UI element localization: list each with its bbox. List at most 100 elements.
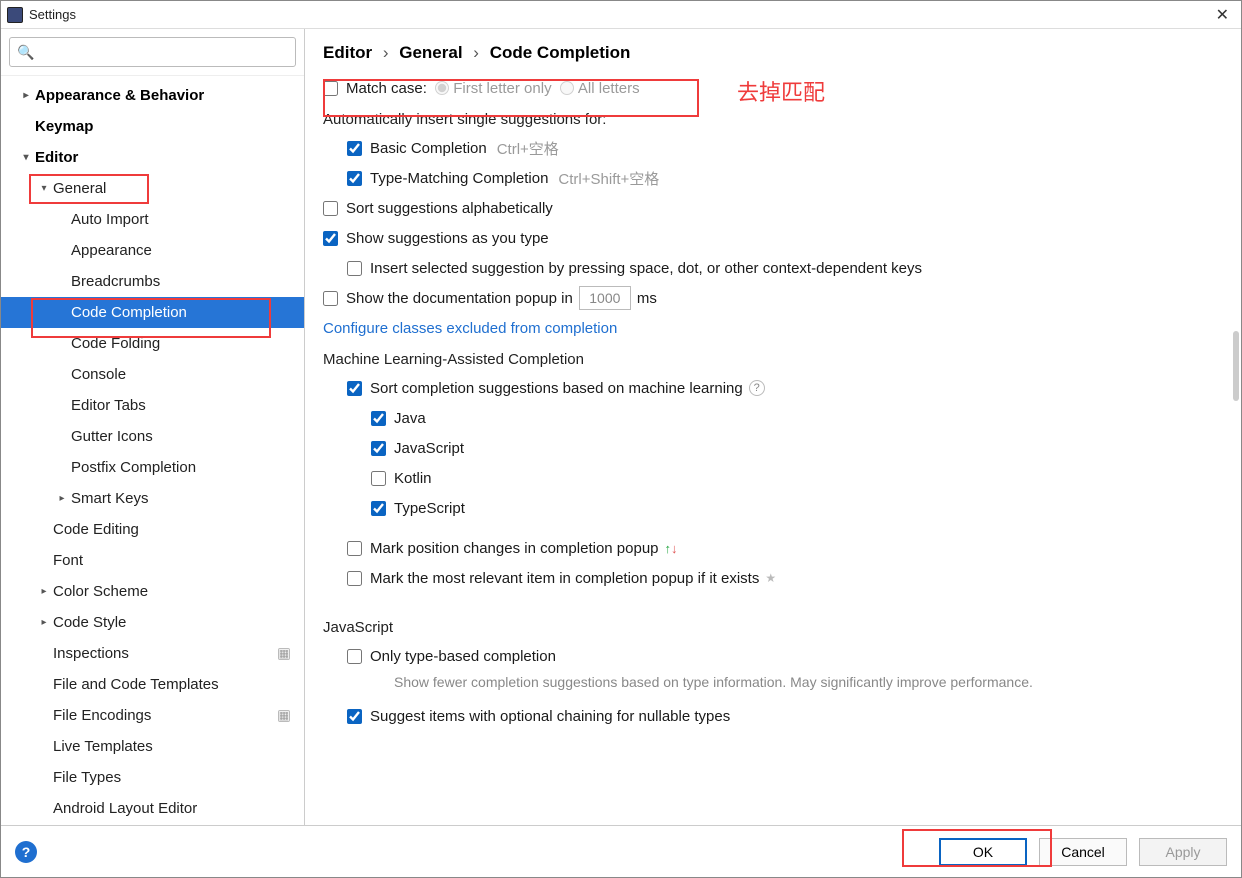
search-input[interactable]	[9, 37, 296, 67]
match-case-checkbox[interactable]	[323, 81, 338, 96]
ml-kotlin-checkbox[interactable]	[371, 471, 386, 486]
breadcrumb-sep-icon: ›	[383, 43, 389, 62]
doc-popup-delay-input[interactable]	[579, 286, 631, 310]
tree-item-label: File and Code Templates	[53, 676, 219, 693]
tree-item-inspections[interactable]: Inspections ▦	[1, 638, 304, 669]
tree-item-breadcrumbs[interactable]: Breadcrumbs	[1, 266, 304, 297]
tree-item-color-scheme[interactable]: ▸Color Scheme	[1, 576, 304, 607]
insert-on-space-checkbox[interactable]	[347, 261, 362, 276]
tree-item-label: Code Editing	[53, 521, 139, 538]
tree-item-appearance-behavior[interactable]: ▸Appearance & Behavior	[1, 80, 304, 111]
dialog-footer: ? OK Cancel Apply	[1, 825, 1241, 877]
tree-item-file-encodings[interactable]: File Encodings ▦	[1, 700, 304, 731]
mark-relevant-checkbox[interactable]	[347, 571, 362, 586]
tree-item-label: Code Folding	[71, 335, 160, 352]
close-icon[interactable]: ✕	[1210, 3, 1235, 27]
option-label: Java	[394, 410, 426, 427]
apply-button[interactable]: Apply	[1139, 838, 1227, 866]
ml-sort-checkbox[interactable]	[347, 381, 362, 396]
tree-item-android-layout-editor[interactable]: Android Layout Editor	[1, 793, 304, 824]
main-panel: Editor › General › Code Completion Match…	[305, 29, 1241, 825]
scrollbar-thumb[interactable]	[1233, 331, 1239, 401]
settings-tree[interactable]: ▸Appearance & BehaviorKeymap▾Editor▾Gene…	[1, 76, 304, 825]
option-label: Sort suggestions alphabetically	[346, 200, 553, 217]
type-matching-checkbox[interactable]	[347, 171, 362, 186]
settings-sidebar: 🔍 ▸Appearance & BehaviorKeymap▾Editor▾Ge…	[1, 29, 305, 825]
tree-item-code-folding[interactable]: Code Folding	[1, 328, 304, 359]
tree-item-code-editing[interactable]: Code Editing	[1, 514, 304, 545]
breadcrumb-part: Editor	[323, 43, 372, 62]
tree-item-label: File Types	[53, 769, 121, 786]
tree-item-label: Color Scheme	[53, 583, 148, 600]
tree-item-console[interactable]: Console	[1, 359, 304, 390]
tree-item-label: Android Layout Editor	[53, 800, 197, 817]
match-case-label: Match case:	[346, 80, 427, 97]
basic-completion-checkbox[interactable]	[347, 141, 362, 156]
option-label: ms	[637, 290, 657, 307]
cancel-button[interactable]: Cancel	[1039, 838, 1127, 866]
sort-alpha-checkbox[interactable]	[323, 201, 338, 216]
tree-item-label: Code Completion	[71, 304, 187, 321]
radio-label: First letter only	[453, 80, 551, 97]
breadcrumb-part: Code Completion	[490, 43, 631, 62]
tree-item-general[interactable]: ▾General	[1, 173, 304, 204]
project-scope-icon: ▦	[278, 648, 290, 660]
ml-typescript-checkbox[interactable]	[371, 501, 386, 516]
tree-item-file-types[interactable]: File Types	[1, 762, 304, 793]
breadcrumb: Editor › General › Code Completion	[305, 29, 1241, 73]
star-icon: ★	[765, 571, 776, 585]
chevron-down-icon: ▾	[37, 183, 51, 194]
window-title: Settings	[29, 7, 1210, 22]
chevron-right-icon: ▸	[55, 493, 69, 504]
tree-item-code-style[interactable]: ▸Code Style	[1, 607, 304, 638]
tree-item-file-and-code-templates[interactable]: File and Code Templates	[1, 669, 304, 700]
configure-excluded-link[interactable]: Configure classes excluded from completi…	[323, 320, 617, 337]
suggest-optional-chaining-checkbox[interactable]	[347, 709, 362, 724]
tree-item-label: Editor Tabs	[71, 397, 146, 414]
option-label: Only type-based completion	[370, 648, 556, 665]
tree-item-label: Editor	[35, 149, 78, 166]
tree-item-code-completion[interactable]: Code Completion	[1, 297, 304, 328]
tree-item-font[interactable]: Font	[1, 545, 304, 576]
breadcrumb-part: General	[399, 43, 462, 62]
tree-item-label: File Encodings	[53, 707, 151, 724]
help-icon[interactable]: ?	[749, 380, 765, 396]
option-label: Type-Matching Completion	[370, 170, 548, 187]
settings-content: Match case: First letter only All letter…	[305, 73, 1241, 825]
option-label: Basic Completion	[370, 140, 487, 157]
javascript-header: JavaScript	[323, 611, 1223, 641]
tree-item-editor[interactable]: ▾Editor	[1, 142, 304, 173]
tree-item-auto-import[interactable]: Auto Import	[1, 204, 304, 235]
tree-item-label: Smart Keys	[71, 490, 149, 507]
ml-java-checkbox[interactable]	[371, 411, 386, 426]
tree-item-label: Postfix Completion	[71, 459, 196, 476]
tree-item-label: Inspections	[53, 645, 129, 662]
mark-position-checkbox[interactable]	[347, 541, 362, 556]
tree-item-label: Console	[71, 366, 126, 383]
tree-item-label: Code Style	[53, 614, 126, 631]
tree-item-label: Live Templates	[53, 738, 153, 755]
option-label: Insert selected suggestion by pressing s…	[370, 260, 922, 277]
tree-item-live-templates[interactable]: Live Templates	[1, 731, 304, 762]
match-case-first-radio[interactable]	[435, 81, 449, 95]
shortcut-label: Ctrl+Shift+空格	[558, 168, 659, 189]
ml-javascript-checkbox[interactable]	[371, 441, 386, 456]
tree-item-smart-keys[interactable]: ▸Smart Keys	[1, 483, 304, 514]
tree-item-keymap[interactable]: Keymap	[1, 111, 304, 142]
only-type-based-checkbox[interactable]	[347, 649, 362, 664]
ok-button[interactable]: OK	[939, 838, 1027, 866]
tree-item-appearance[interactable]: Appearance	[1, 235, 304, 266]
tree-item-label: Font	[53, 552, 83, 569]
tree-item-editor-tabs[interactable]: Editor Tabs	[1, 390, 304, 421]
radio-label: All letters	[578, 80, 640, 97]
project-scope-icon: ▦	[278, 710, 290, 722]
tree-item-postfix-completion[interactable]: Postfix Completion	[1, 452, 304, 483]
option-label: Show the documentation popup in	[346, 290, 573, 307]
ml-header: Machine Learning-Assisted Completion	[323, 343, 1223, 373]
help-button[interactable]: ?	[15, 841, 37, 863]
show-doc-checkbox[interactable]	[323, 291, 338, 306]
match-case-all-radio[interactable]	[560, 81, 574, 95]
tree-item-gutter-icons[interactable]: Gutter Icons	[1, 421, 304, 452]
show-as-type-checkbox[interactable]	[323, 231, 338, 246]
auto-insert-header: Automatically insert single suggestions …	[323, 103, 1223, 133]
